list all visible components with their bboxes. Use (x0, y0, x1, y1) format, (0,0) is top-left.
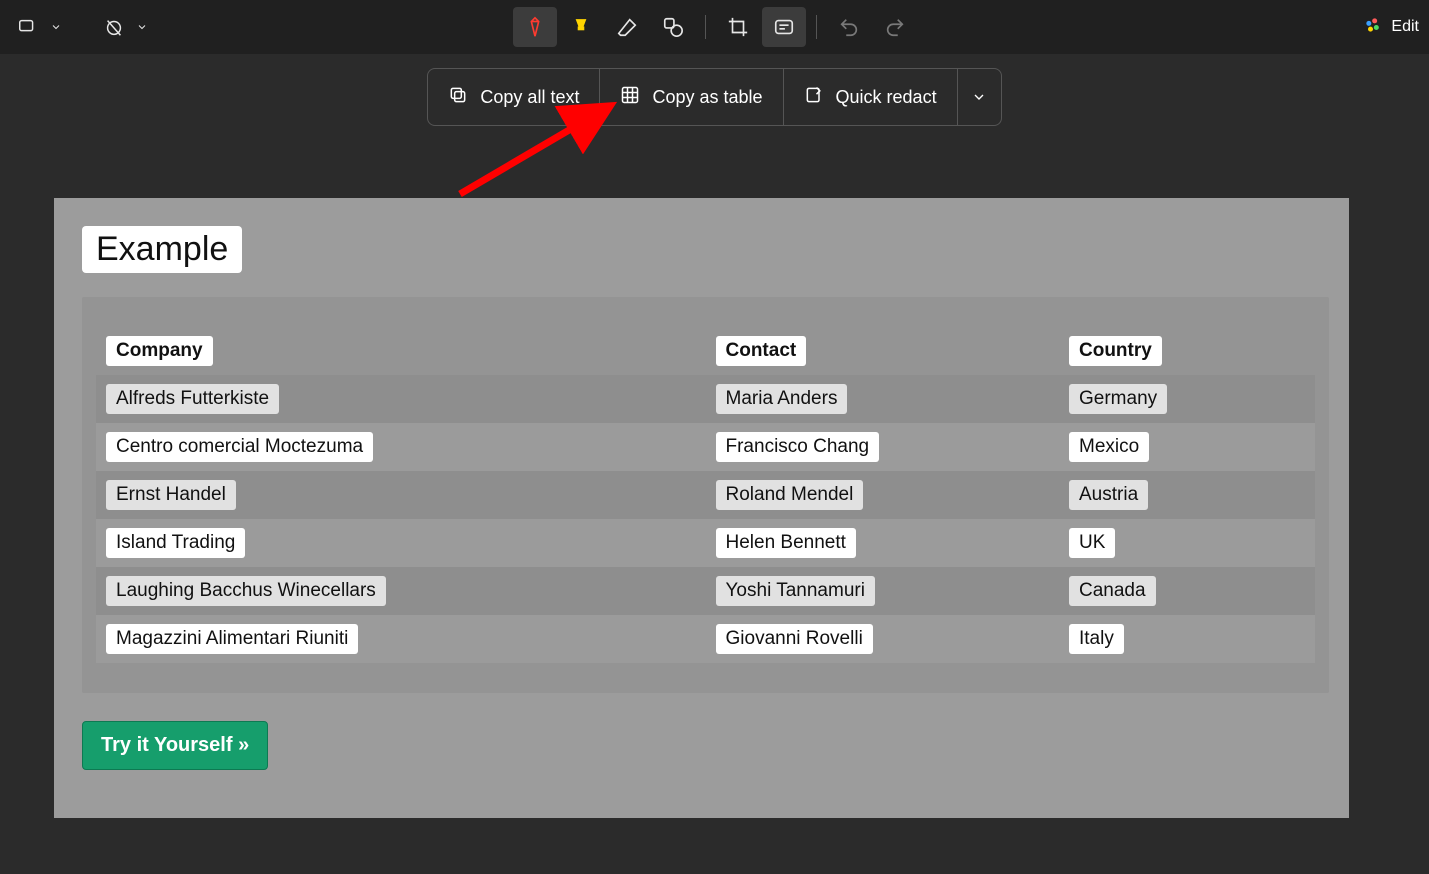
cell: UK (1069, 528, 1115, 558)
cell: Germany (1069, 384, 1167, 414)
cell: Mexico (1069, 432, 1149, 462)
copy-all-text-button[interactable]: Copy all text (428, 69, 599, 125)
toolbar-center (513, 7, 917, 47)
cell: Island Trading (106, 528, 245, 558)
cell: Laughing Bacchus Winecellars (106, 576, 386, 606)
redact-icon (804, 85, 824, 110)
cell: Francisco Chang (716, 432, 880, 462)
no-delay-dropdown[interactable] (96, 7, 132, 47)
text-actions-button[interactable] (762, 7, 806, 47)
try-it-button[interactable]: Try it Yourself » (82, 721, 268, 770)
crop-tool-button[interactable] (716, 7, 760, 47)
action-bar-wrap: Copy all text Copy as table Quick redact (0, 54, 1429, 126)
cell: Italy (1069, 624, 1124, 654)
copy-as-table-button[interactable]: Copy as table (599, 69, 782, 125)
cell: Giovanni Rovelli (716, 624, 873, 654)
cell: Roland Mendel (716, 480, 864, 510)
col-header: Company (106, 336, 213, 366)
table-row: Alfreds Futterkiste Maria Anders Germany (96, 375, 1315, 423)
undo-button[interactable] (827, 7, 871, 47)
quick-redact-label: Quick redact (836, 87, 937, 108)
quick-redact-button[interactable]: Quick redact (783, 69, 957, 125)
cell: Magazzini Alimentari Riuniti (106, 624, 358, 654)
no-delay-chevron[interactable] (132, 7, 152, 47)
cell: Maria Anders (716, 384, 848, 414)
redo-button[interactable] (873, 7, 917, 47)
toolbar-right: Edit (1363, 15, 1419, 40)
toolbar-separator (816, 15, 817, 39)
quick-redact-chevron[interactable] (957, 69, 1001, 125)
cell: Centro comercial Moctezuma (106, 432, 373, 462)
table-icon (620, 85, 640, 110)
col-header: Contact (716, 336, 807, 366)
toolbar-separator (705, 15, 706, 39)
table-header-row: Company Contact Country (96, 327, 1315, 375)
table-row: Laughing Bacchus Winecellars Yoshi Tanna… (96, 567, 1315, 615)
copy-as-table-label: Copy as table (652, 87, 762, 108)
toolbar-left (10, 7, 152, 47)
selection-dropdown[interactable] (10, 7, 46, 47)
example-table: Company Contact Country Alfreds Futterki… (96, 327, 1315, 663)
highlighter-tool-button[interactable] (559, 7, 603, 47)
cell: Austria (1069, 480, 1148, 510)
shapes-tool-button[interactable] (651, 7, 695, 47)
section-title: Example (82, 226, 242, 273)
cell: Helen Bennett (716, 528, 856, 558)
cell: Yoshi Tannamuri (716, 576, 875, 606)
table-row: Magazzini Alimentari Riuniti Giovanni Ro… (96, 615, 1315, 663)
action-bar: Copy all text Copy as table Quick redact (427, 68, 1001, 126)
table-row: Island Trading Helen Bennett UK (96, 519, 1315, 567)
table-row: Ernst Handel Roland Mendel Austria (96, 471, 1315, 519)
cell: Alfreds Futterkiste (106, 384, 279, 414)
copy-icon (448, 85, 468, 110)
table-row: Centro comercial Moctezuma Francisco Cha… (96, 423, 1315, 471)
paint-icon (1363, 15, 1383, 40)
cell: Canada (1069, 576, 1156, 606)
edit-label[interactable]: Edit (1391, 18, 1419, 36)
copy-all-text-label: Copy all text (480, 87, 579, 108)
captured-content: Example Company Contact Country Alfreds … (54, 198, 1349, 818)
selection-chevron[interactable] (46, 7, 66, 47)
table-region: Company Contact Country Alfreds Futterki… (82, 297, 1329, 693)
eraser-tool-button[interactable] (605, 7, 649, 47)
top-toolbar: Edit (0, 0, 1429, 54)
col-header: Country (1069, 336, 1162, 366)
cell: Ernst Handel (106, 480, 236, 510)
pen-tool-button[interactable] (513, 7, 557, 47)
